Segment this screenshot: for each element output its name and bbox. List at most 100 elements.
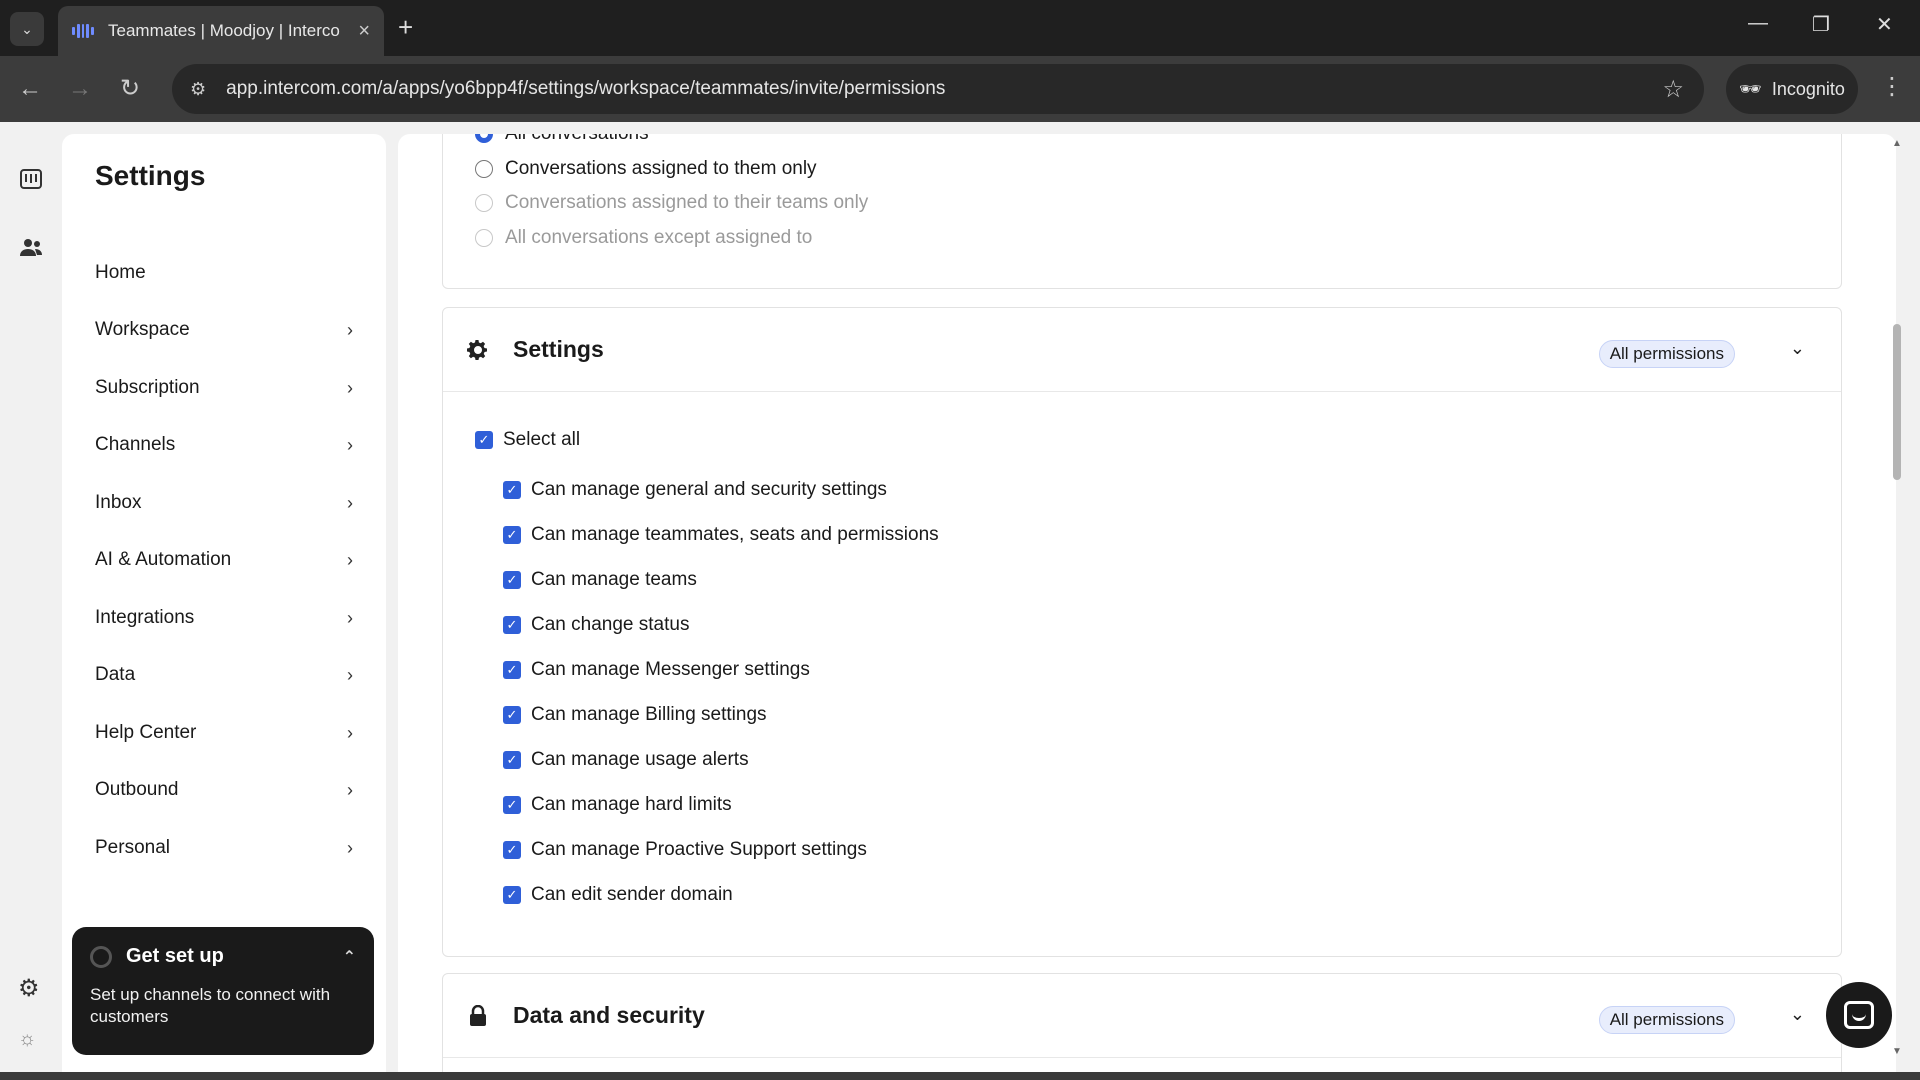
sidebar-item-label: Personal <box>95 837 170 858</box>
progress-ring-icon <box>90 945 112 968</box>
checkbox-checked-icon[interactable]: ✓ <box>503 796 521 814</box>
sidebar-item-outbound[interactable]: Outbound › <box>95 770 353 810</box>
section-title: Data and security <box>513 1002 705 1028</box>
forward-arrow-icon[interactable]: → <box>68 76 92 102</box>
tab-close-icon[interactable]: × <box>358 20 370 43</box>
checkbox-label: Can manage general and security settings <box>531 479 887 500</box>
settings-section-header[interactable]: Settings All permissions ⌄ <box>443 308 1841 392</box>
radio-label: All conversations except assigned to <box>505 227 813 248</box>
sidebar-item-ai-automation[interactable]: AI & Automation › <box>95 540 353 580</box>
permission-checkbox[interactable]: ✓ Can change status <box>503 614 689 636</box>
sidebar-item-help-center[interactable]: Help Center › <box>95 713 353 753</box>
incognito-icon: 🕶 <box>1739 78 1762 99</box>
data-security-card: Data and security All permissions ⌄ <box>442 973 1842 1080</box>
status-avatar-icon[interactable]: ☼ <box>18 1028 36 1051</box>
checkbox-checked-icon[interactable]: ✓ <box>503 706 521 724</box>
window-restore-icon[interactable]: ❐ <box>1812 12 1830 37</box>
checkbox-checked-icon[interactable]: ✓ <box>503 751 521 769</box>
checkbox-checked-icon[interactable]: ✓ <box>503 661 521 679</box>
radio-assigned-to-them[interactable]: Conversations assigned to them only <box>475 158 817 180</box>
permission-checkbox[interactable]: ✓ Can manage Proactive Support settings <box>503 839 867 861</box>
checkbox-label: Can manage hard limits <box>531 794 732 815</box>
sidebar-item-label: Inbox <box>95 492 142 513</box>
chevron-right-icon: › <box>347 319 353 340</box>
window-minimize-icon[interactable]: — <box>1748 12 1768 35</box>
checkbox-checked-icon[interactable]: ✓ <box>503 481 521 499</box>
chevron-down-icon[interactable]: ⌄ <box>1790 338 1805 359</box>
radio-all-except-assigned[interactable]: All conversations except assigned to <box>475 227 812 249</box>
get-set-up-card[interactable]: Get set up ⌃ Set up channels to connect … <box>72 927 374 1055</box>
main-content: All conversations Conversations assigned… <box>398 134 1896 1080</box>
checkbox-checked-icon[interactable]: ✓ <box>475 431 493 449</box>
sidebar-item-home[interactable]: Home <box>95 253 353 293</box>
sidebar-item-subscription[interactable]: Subscription › <box>95 368 353 408</box>
window-bottom-edge <box>0 1072 1920 1080</box>
chevron-right-icon: › <box>347 549 353 570</box>
contacts-icon[interactable] <box>18 234 44 260</box>
main-scrollbar[interactable]: ▲ ▼ <box>1890 136 1904 1062</box>
permission-checkbox[interactable]: ✓ Can manage teams <box>503 569 697 591</box>
lock-icon <box>465 1003 491 1029</box>
chevron-right-icon: › <box>347 377 353 398</box>
sidebar-item-personal[interactable]: Personal › <box>95 828 353 868</box>
radio-button[interactable] <box>475 134 493 143</box>
chevron-up-icon[interactable]: ⌃ <box>343 947 356 967</box>
back-arrow-icon[interactable]: ← <box>18 76 42 102</box>
checkbox-checked-icon[interactable]: ✓ <box>503 841 521 859</box>
permission-checkbox[interactable]: ✓ Can manage Messenger settings <box>503 659 810 681</box>
address-bar[interactable]: ⚙ app.intercom.com/a/apps/yo6bpp4f/setti… <box>172 64 1704 114</box>
permission-checkbox[interactable]: ✓ Can manage hard limits <box>503 794 732 816</box>
permission-checkbox[interactable]: ✓ Can manage general and security setting… <box>503 479 887 501</box>
reload-icon[interactable]: ↻ <box>120 76 140 102</box>
tab-list-chevron-icon[interactable]: ⌄ <box>10 12 44 46</box>
sidebar-item-workspace[interactable]: Workspace › <box>95 310 353 350</box>
sidebar-item-channels[interactable]: Channels › <box>95 425 353 465</box>
bookmark-star-icon[interactable]: ☆ <box>1662 75 1684 104</box>
permission-checkbox[interactable]: ✓ Can edit sender domain <box>503 884 733 906</box>
radio-button[interactable] <box>475 229 493 247</box>
scroll-down-arrow-icon[interactable]: ▼ <box>1892 1046 1902 1057</box>
window-close-icon[interactable]: ✕ <box>1876 12 1893 37</box>
checkbox-checked-icon[interactable]: ✓ <box>503 616 521 634</box>
checkbox-label: Can manage teams <box>531 569 697 590</box>
inbox-app-icon[interactable] <box>18 166 44 192</box>
url-text: app.intercom.com/a/apps/yo6bpp4f/setting… <box>226 78 946 99</box>
checkbox-checked-icon[interactable]: ✓ <box>503 526 521 544</box>
browser-tab-bar: ⌄ Teammates | Moodjoy | Interco × + — ❐ … <box>0 0 1920 56</box>
permission-checkbox[interactable]: ✓ Can manage teammates, seats and permiss… <box>503 524 939 546</box>
permission-checkbox[interactable]: ✓ Can manage usage alerts <box>503 749 749 771</box>
messenger-launcher-button[interactable] <box>1826 982 1892 1048</box>
checkbox-label: Can manage Messenger settings <box>531 659 810 680</box>
gear-icon <box>465 337 491 363</box>
scroll-thumb[interactable] <box>1893 324 1901 480</box>
sidebar-item-inbox[interactable]: Inbox › <box>95 483 353 523</box>
site-info-icon[interactable]: ⚙ <box>190 79 206 100</box>
select-all-checkbox[interactable]: ✓ Select all <box>475 429 580 451</box>
sidebar-item-label: Integrations <box>95 607 195 628</box>
checkbox-label: Can manage teammates, seats and permissi… <box>531 524 939 545</box>
chevron-right-icon: › <box>347 779 353 800</box>
browser-tab[interactable]: Teammates | Moodjoy | Interco × <box>58 6 384 56</box>
scroll-up-arrow-icon[interactable]: ▲ <box>1892 138 1902 149</box>
checkbox-label: Can manage Billing settings <box>531 704 767 725</box>
checkbox-label: Can manage usage alerts <box>531 749 749 770</box>
sidebar-item-data[interactable]: Data › <box>95 655 353 695</box>
checkbox-checked-icon[interactable]: ✓ <box>503 571 521 589</box>
radio-button[interactable] <box>475 160 493 178</box>
browser-menu-icon[interactable]: ⋮ <box>1880 72 1904 101</box>
permission-checkbox[interactable]: ✓ Can manage Billing settings <box>503 704 767 726</box>
checkbox-checked-icon[interactable]: ✓ <box>503 886 521 904</box>
settings-gear-icon[interactable]: ⚙ <box>18 974 40 1003</box>
incognito-indicator[interactable]: 🕶 Incognito <box>1726 64 1858 114</box>
sidebar-title: Settings <box>95 160 206 191</box>
radio-button[interactable] <box>475 194 493 212</box>
radio-all-conversations[interactable]: All conversations <box>475 134 649 145</box>
radio-assigned-to-teams[interactable]: Conversations assigned to their teams on… <box>475 192 868 214</box>
chevron-right-icon: › <box>347 664 353 685</box>
new-tab-plus-icon[interactable]: + <box>398 12 413 42</box>
data-security-section-header[interactable]: Data and security All permissions ⌄ <box>443 974 1841 1058</box>
sidebar-item-label: Subscription <box>95 377 200 398</box>
sidebar-item-integrations[interactable]: Integrations › <box>95 598 353 638</box>
incognito-label: Incognito <box>1771 78 1845 99</box>
chevron-down-icon[interactable]: ⌄ <box>1790 1004 1805 1025</box>
